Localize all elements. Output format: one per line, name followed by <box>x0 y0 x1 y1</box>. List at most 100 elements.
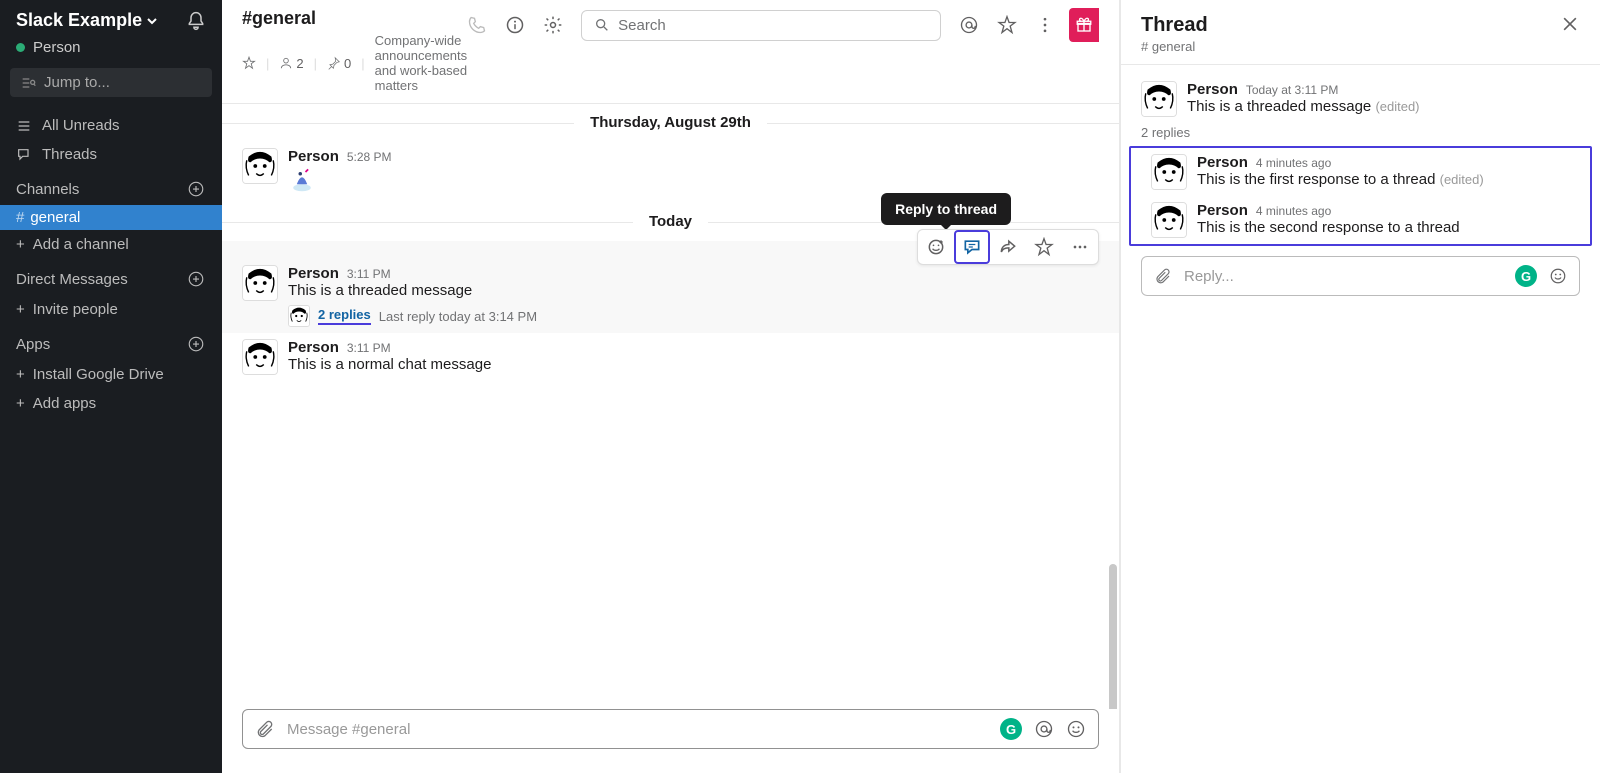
current-user-presence[interactable]: Person <box>0 39 222 68</box>
divider: | <box>314 56 317 71</box>
message-composer[interactable]: G <box>242 709 1099 749</box>
add-channel-icon[interactable] <box>186 179 206 199</box>
pins-icon[interactable]: 0 <box>327 56 351 71</box>
avatar[interactable] <box>242 148 278 184</box>
info-icon[interactable] <box>505 15 525 35</box>
channel-topic[interactable]: Company-wide announcements and work-base… <box>375 33 468 93</box>
sidebar-item-all-unreads[interactable]: All Unreads <box>0 111 222 140</box>
avatar[interactable] <box>1151 202 1187 238</box>
plus-icon: + <box>16 301 25 318</box>
message-author[interactable]: Person <box>288 339 339 356</box>
star-outline-icon[interactable] <box>997 15 1017 35</box>
avatar[interactable] <box>242 265 278 301</box>
apps-header[interactable]: Apps <box>16 336 50 353</box>
message-author[interactable]: Person <box>1187 81 1238 98</box>
thread-subtitle[interactable]: # general <box>1141 39 1208 54</box>
emoji-icon[interactable] <box>1549 267 1567 285</box>
save-button[interactable] <box>1026 230 1062 264</box>
dm-header[interactable]: Direct Messages <box>16 271 128 288</box>
grammarly-icon[interactable]: G <box>1000 718 1022 740</box>
message-author[interactable]: Person <box>1197 154 1248 171</box>
sidebar-item-threads[interactable]: Threads <box>0 140 222 169</box>
add-reaction-button[interactable] <box>918 230 954 264</box>
share-button[interactable] <box>990 230 1026 264</box>
more-actions-button[interactable] <box>1062 230 1098 264</box>
add-dm-icon[interactable] <box>186 269 206 289</box>
sidebar: Slack Example Person Jump to... All Unre… <box>0 0 222 773</box>
list-icon <box>16 118 32 134</box>
search-placeholder: Search <box>618 17 666 34</box>
message-time: 5:28 PM <box>347 150 392 164</box>
message-time: 4 minutes ago <box>1256 156 1331 170</box>
channel-title[interactable]: #general <box>242 8 467 29</box>
message-author[interactable]: Person <box>1197 202 1248 219</box>
message-input[interactable] <box>287 721 988 738</box>
star-icon[interactable] <box>242 56 256 70</box>
thread-reply-link[interactable]: 2 replies <box>318 307 371 325</box>
gear-icon[interactable] <box>543 15 563 35</box>
gift-button[interactable] <box>1069 8 1099 42</box>
avatar[interactable] <box>1151 154 1187 190</box>
workspace-name-label: Slack Example <box>16 10 142 31</box>
add-channel-link[interactable]: + Add a channel <box>0 230 222 259</box>
close-icon[interactable] <box>1560 14 1580 34</box>
thread-replies-highlight: Person 4 minutes ago This is the first r… <box>1129 146 1592 246</box>
message-hover-toolbar <box>917 229 1099 265</box>
thread-composer[interactable]: G <box>1141 256 1580 296</box>
reply-thread-button[interactable] <box>954 230 990 264</box>
thread-reply-input[interactable] <box>1184 268 1503 285</box>
channels-header[interactable]: Channels <box>16 181 79 198</box>
message-time: Today at 3:11 PM <box>1246 83 1339 97</box>
thread-parent-message[interactable]: Person Today at 3:11 PM This is a thread… <box>1121 75 1600 123</box>
current-user-name: Person <box>33 39 81 56</box>
reply-count: 2 replies <box>1121 123 1600 146</box>
thread-reply[interactable]: Person 4 minutes ago This is the first r… <box>1131 148 1590 196</box>
install-gdrive-link[interactable]: + Install Google Drive <box>0 360 222 389</box>
message-author[interactable]: Person <box>288 265 339 282</box>
grammarly-icon[interactable]: G <box>1515 265 1537 287</box>
bell-icon[interactable] <box>186 11 206 31</box>
thread-summary[interactable]: 2 replies Last reply today at 3:14 PM <box>288 305 1099 327</box>
threads-icon <box>16 147 32 163</box>
attachment-icon[interactable] <box>255 719 275 739</box>
at-mention-icon[interactable] <box>1034 719 1054 739</box>
add-apps-label: Add apps <box>33 395 96 412</box>
message-time: 3:11 PM <box>347 267 391 281</box>
jump-to-input[interactable]: Jump to... <box>10 68 212 97</box>
add-apps-link[interactable]: + Add apps <box>0 389 222 418</box>
members-icon[interactable]: 2 <box>279 56 303 71</box>
jump-to-placeholder: Jump to... <box>44 74 110 91</box>
attachment-icon[interactable] <box>1154 267 1172 285</box>
custom-emoji-icon <box>288 165 316 193</box>
phone-icon[interactable] <box>467 15 487 35</box>
main-column: #general | 2 | 0 | Company-wide announce… <box>222 0 1120 773</box>
thread-reply[interactable]: Person 4 minutes ago This is the second … <box>1131 196 1590 244</box>
message-content: This is a threaded message <box>288 282 1099 299</box>
emoji-icon[interactable] <box>1066 719 1086 739</box>
edited-label: (edited) <box>1375 99 1419 114</box>
search-input[interactable]: Search <box>581 10 941 41</box>
divider: | <box>361 56 364 71</box>
avatar[interactable] <box>1141 81 1177 117</box>
invite-people-link[interactable]: + Invite people <box>0 295 222 324</box>
message-list[interactable]: Thursday, August 29th Person 5:28 PM Tod… <box>222 104 1119 709</box>
invite-people-label: Invite people <box>33 301 118 318</box>
sidebar-item-label: Threads <box>42 146 97 163</box>
channel-item-general[interactable]: # general <box>0 205 222 230</box>
avatar[interactable] <box>242 339 278 375</box>
more-vert-icon[interactable] <box>1035 15 1055 35</box>
mentions-icon[interactable] <box>959 15 979 35</box>
message-row[interactable]: Reply to thread Person 3:11 PM This is a… <box>222 241 1119 333</box>
message-content: This is the second response to a thread <box>1197 219 1570 236</box>
plus-icon: + <box>16 366 25 383</box>
add-app-icon[interactable] <box>186 334 206 354</box>
tooltip: Reply to thread <box>881 193 1011 225</box>
message-author[interactable]: Person <box>288 148 339 165</box>
chevron-down-icon <box>146 15 158 27</box>
message-content: This is a threaded message (edited) <box>1187 98 1580 115</box>
date-divider-prev: Thursday, August 29th <box>222 104 1119 142</box>
message-row[interactable]: Person 3:11 PM This is a normal chat mes… <box>222 333 1119 381</box>
workspace-switcher[interactable]: Slack Example <box>16 10 158 31</box>
gift-icon <box>1075 16 1093 34</box>
scrollbar-thumb[interactable] <box>1109 564 1117 709</box>
